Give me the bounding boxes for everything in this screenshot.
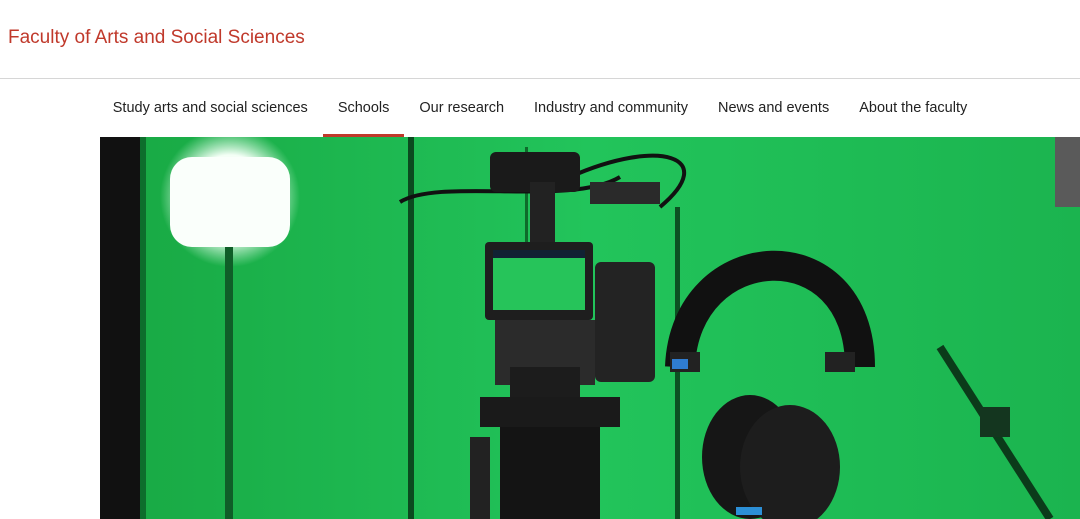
main-nav: Study arts and social sciences Schools O… (0, 79, 1080, 137)
hero-photo (100, 137, 1080, 519)
nav-item-schools[interactable]: Schools (322, 79, 405, 137)
site-header: Faculty of Arts and Social Sciences (0, 0, 1080, 78)
nav-item-industry[interactable]: Industry and community (519, 79, 703, 137)
nav-item-study[interactable]: Study arts and social sciences (98, 79, 323, 137)
nav-item-research[interactable]: Our research (404, 79, 519, 137)
nav-item-news[interactable]: News and events (703, 79, 844, 137)
nav-item-about[interactable]: About the faculty (844, 79, 982, 137)
site-title-link[interactable]: Faculty of Arts and Social Sciences (8, 27, 305, 49)
hero-image (100, 137, 1080, 519)
